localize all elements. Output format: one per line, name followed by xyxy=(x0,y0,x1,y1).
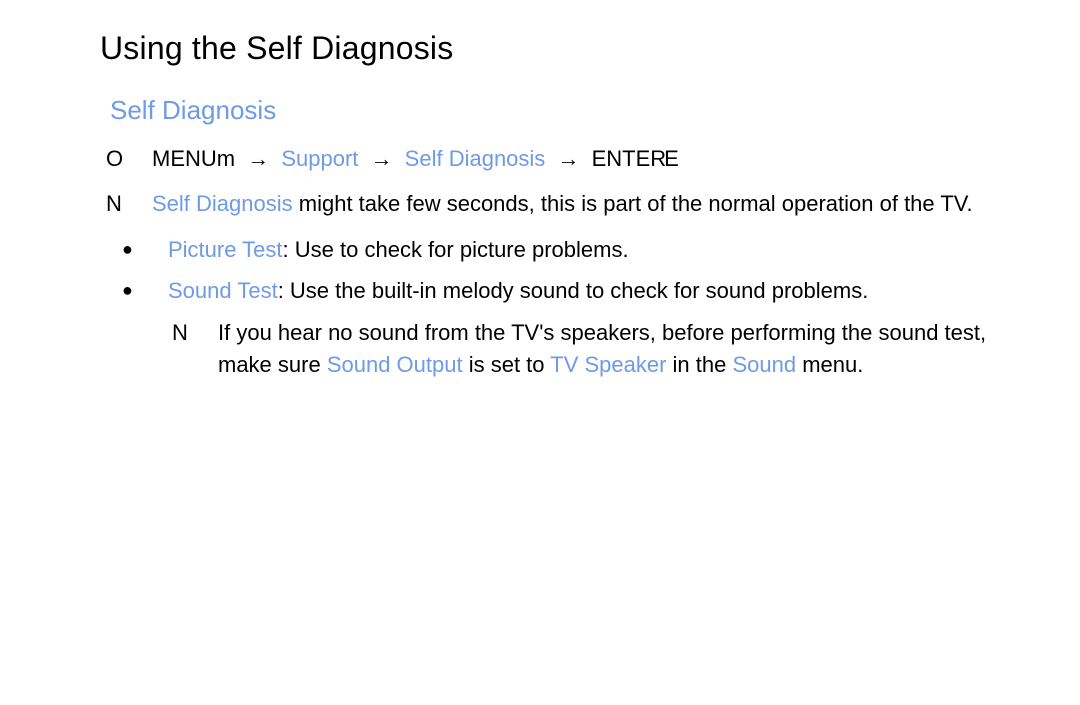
sound-note-body: If you hear no sound from the TV's speak… xyxy=(218,317,1020,381)
section-subtitle: Self Diagnosis xyxy=(110,95,1020,126)
note-row: N Self Diagnosis might take few seconds,… xyxy=(100,189,1020,220)
sound-note-p3: in the xyxy=(666,352,732,377)
nav-menu-label: MENU xyxy=(152,146,217,171)
note-text: might take few seconds, this is part of … xyxy=(293,191,973,216)
list-item-body: Sound Test: Use the built-in melody soun… xyxy=(168,275,1020,381)
navigation-path-row: O MENUm → Support → Self Diagnosis → ENT… xyxy=(100,144,1020,175)
list-item-body: Picture Test: Use to check for picture p… xyxy=(168,234,1020,266)
document-page: Using the Self Diagnosis Self Diagnosis … xyxy=(0,0,1080,381)
picture-test-label: Picture Test xyxy=(168,237,283,262)
sound-note-p2: is set to xyxy=(463,352,551,377)
note-marker: N xyxy=(100,189,152,220)
nav-menu-suffix: m xyxy=(217,146,235,171)
arrow-icon: → xyxy=(365,146,399,171)
note-highlight: Self Diagnosis xyxy=(152,191,293,216)
sound-test-desc: : Use the built-in melody sound to check… xyxy=(278,278,869,303)
tests-list: ● Picture Test: Use to check for picture… xyxy=(100,234,1020,382)
bullet-icon: ● xyxy=(100,234,168,264)
arrow-icon: → xyxy=(241,146,275,171)
tv-speaker-label: TV Speaker xyxy=(550,352,666,377)
nav-self-diagnosis: Self Diagnosis xyxy=(405,146,546,171)
picture-test-desc: : Use to check for picture problems. xyxy=(283,237,629,262)
nav-enter-suffix: E xyxy=(664,144,679,175)
sound-output-label: Sound Output xyxy=(327,352,463,377)
bullet-icon: ● xyxy=(100,275,168,305)
nav-support: Support xyxy=(281,146,358,171)
page-title: Using the Self Diagnosis xyxy=(100,30,1020,67)
nav-enter: ENTERE xyxy=(592,144,681,175)
sound-note-row: N If you hear no sound from the TV's spe… xyxy=(168,317,1020,381)
sound-note-marker: N xyxy=(168,317,218,349)
list-item: ● Sound Test: Use the built-in melody so… xyxy=(100,275,1020,381)
nav-enter-label: ENTER xyxy=(592,144,667,175)
list-item: ● Picture Test: Use to check for picture… xyxy=(100,234,1020,266)
sound-menu-label: Sound xyxy=(732,352,796,377)
nav-body: MENUm → Support → Self Diagnosis → ENTER… xyxy=(152,144,1020,175)
sound-test-label: Sound Test xyxy=(168,278,278,303)
nav-marker: O xyxy=(100,144,152,175)
arrow-icon: → xyxy=(551,146,585,171)
sound-note-p4: menu. xyxy=(796,352,863,377)
note-body: Self Diagnosis might take few seconds, t… xyxy=(152,189,1020,220)
